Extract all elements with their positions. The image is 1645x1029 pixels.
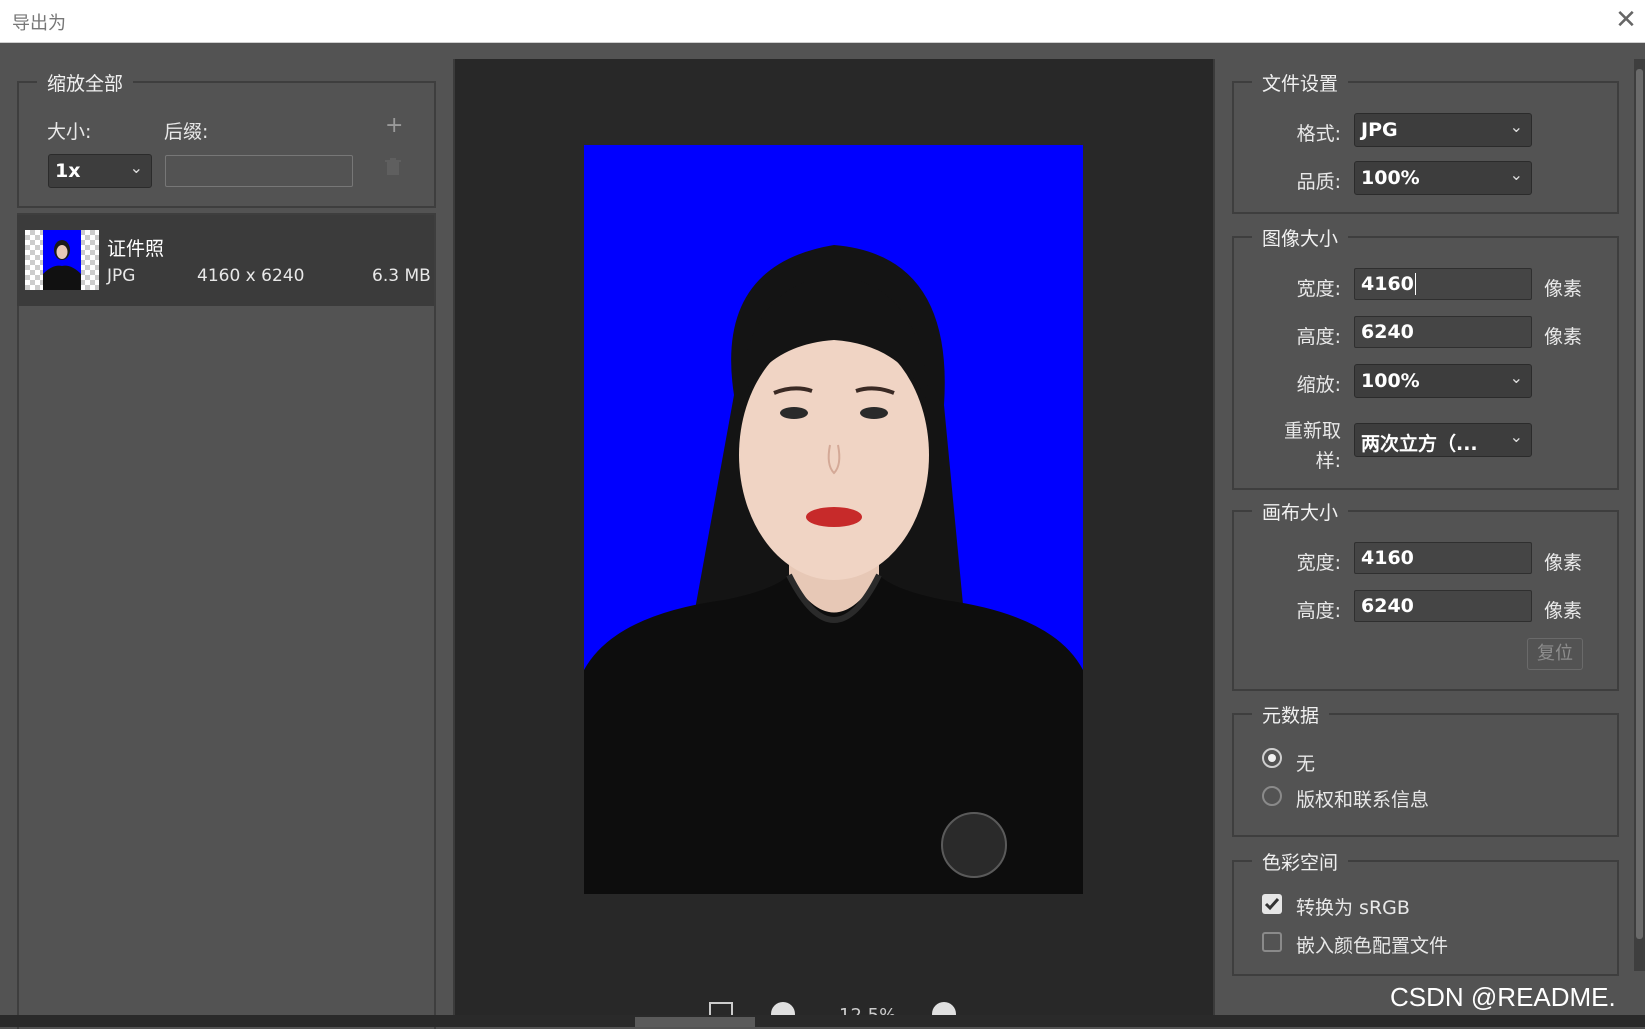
asset-thumbnail xyxy=(25,230,99,290)
canvas-width-label: 宽度: xyxy=(1296,552,1341,574)
chevron-down-icon: ⌄ xyxy=(129,158,143,177)
embed-profile-label: 嵌入颜色配置文件 xyxy=(1296,935,1449,957)
quality-label: 品质: xyxy=(1296,171,1341,193)
format-select-value: JPG xyxy=(1361,119,1398,141)
asset-dimensions: 4160 x 6240 xyxy=(197,266,305,286)
chevron-down-icon: ⌄ xyxy=(1509,165,1523,184)
watermark: CSDN @README. xyxy=(1390,982,1616,1012)
metadata-copyright-label: 版权和联系信息 xyxy=(1296,789,1430,811)
scrollbar-thumb[interactable] xyxy=(1636,69,1643,939)
reset-button[interactable]: 复位 xyxy=(1527,638,1583,670)
window-title: 导出为 xyxy=(12,13,66,34)
asset-name: 证件照 xyxy=(107,238,165,260)
format-select[interactable]: JPG ⌄ xyxy=(1354,113,1532,147)
asset-list xyxy=(17,213,436,1029)
format-label: 格式: xyxy=(1296,123,1341,145)
chevron-down-icon: ⌄ xyxy=(1509,427,1523,446)
scale-select-value: 100% xyxy=(1361,370,1420,392)
image-height-input[interactable]: 6240 xyxy=(1354,316,1532,348)
radio-none[interactable] xyxy=(1262,748,1282,768)
convert-srgb-checkbox[interactable] xyxy=(1262,894,1282,914)
quality-select[interactable]: 100% ⌄ xyxy=(1354,161,1532,195)
quality-select-value: 100% xyxy=(1361,167,1420,189)
canvas-height-value: 6240 xyxy=(1361,595,1414,617)
trash-icon[interactable] xyxy=(385,158,401,176)
resample-select-value: 两次立方（... xyxy=(1361,433,1478,455)
metadata-none-label: 无 xyxy=(1296,753,1316,775)
canvas-width-unit: 像素 xyxy=(1544,552,1583,574)
color-space-group xyxy=(1232,860,1619,976)
resample-label-line2: 样: xyxy=(1315,450,1341,472)
scale-all-group xyxy=(17,81,436,208)
canvas-width-value: 4160 xyxy=(1361,547,1414,569)
chevron-down-icon: ⌄ xyxy=(1509,368,1523,387)
metadata-title: 元数据 xyxy=(1252,701,1330,728)
asset-file-size: 6.3 MB xyxy=(372,266,431,286)
image-height-value: 6240 xyxy=(1361,321,1414,343)
file-settings-title: 文件设置 xyxy=(1252,69,1349,96)
close-icon[interactable]: ✕ xyxy=(1612,6,1640,34)
image-width-label: 宽度: xyxy=(1296,278,1341,300)
resample-label-line1: 重新取 xyxy=(1283,420,1341,442)
horizontal-scroll-thumb[interactable] xyxy=(635,1017,755,1027)
image-width-input[interactable]: 4160 xyxy=(1354,268,1532,300)
preview-image xyxy=(584,145,1083,894)
right-panel-scrollbar[interactable] xyxy=(1634,59,1645,971)
image-width-value: 4160 xyxy=(1361,273,1414,295)
canvas-height-unit: 像素 xyxy=(1544,600,1583,622)
metadata-group xyxy=(1232,713,1619,837)
size-select-value: 1x xyxy=(55,160,81,182)
canvas-size-title: 画布大小 xyxy=(1252,498,1349,525)
resample-select[interactable]: 两次立方（... ⌄ xyxy=(1354,423,1532,457)
image-height-label: 高度: xyxy=(1296,326,1341,348)
chevron-down-icon: ⌄ xyxy=(1509,117,1523,136)
embed-profile-checkbox[interactable] xyxy=(1262,932,1282,952)
image-width-unit: 像素 xyxy=(1544,278,1583,300)
add-icon[interactable]: + xyxy=(385,113,403,138)
asset-format: JPG xyxy=(107,266,136,286)
suffix-label: 后缀: xyxy=(164,121,209,143)
scale-select[interactable]: 100% ⌄ xyxy=(1354,364,1532,398)
color-space-title: 色彩空间 xyxy=(1252,848,1349,875)
canvas-height-input[interactable]: 6240 xyxy=(1354,590,1532,622)
image-height-unit: 像素 xyxy=(1544,326,1583,348)
asset-row[interactable]: 证件照 JPG 4160 x 6240 6.3 MB xyxy=(17,215,434,306)
radio-copyright[interactable] xyxy=(1262,786,1282,806)
title-bar: 导出为 ✕ xyxy=(0,0,1645,43)
bottom-strip xyxy=(0,1015,1645,1027)
size-select[interactable]: 1x ⌄ xyxy=(48,154,152,188)
scale-all-title: 缩放全部 xyxy=(37,69,134,96)
canvas-width-input[interactable]: 4160 xyxy=(1354,542,1532,574)
image-size-title: 图像大小 xyxy=(1252,224,1349,251)
canvas-height-label: 高度: xyxy=(1296,600,1341,622)
suffix-input[interactable] xyxy=(165,155,353,187)
scale-label: 缩放: xyxy=(1296,374,1341,396)
convert-srgb-label: 转换为 sRGB xyxy=(1296,897,1410,919)
size-label: 大小: xyxy=(47,121,92,143)
